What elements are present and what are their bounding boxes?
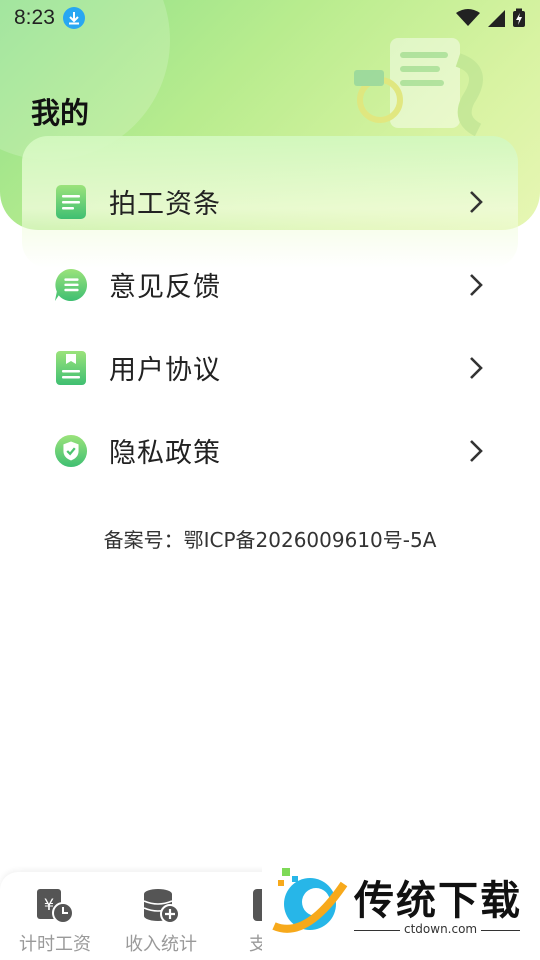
income-stats-icon [106,886,216,926]
menu-item-user-agreement[interactable]: 用户协议 [0,326,540,409]
settings-menu: 拍工资条 意见反馈 用户协议 隐私政策 [0,160,540,492]
download-badge-icon [62,7,85,29]
page-title: 我的 [31,96,90,130]
chevron-right-icon [470,190,483,213]
nav-tab-income-stats[interactable]: 收入统计 [106,886,216,956]
nav-label: 计时工资 [19,934,91,955]
signal-icon [488,10,505,27]
menu-item-feedback[interactable]: 意见反馈 [0,243,540,326]
icp-registration-text: 备案号：鄂ICP备2026009610号-5A [103,528,437,552]
chevron-right-icon [470,273,483,296]
payslip-document-icon [54,184,88,220]
ctdown-logo-icon [272,868,348,933]
timesheet-wage-icon: ¥ [0,886,110,926]
menu-item-label: 拍工资条 [109,189,221,220]
status-time: 8:23 [14,6,55,29]
chevron-right-icon [470,356,483,379]
watermark-title: 传统下载 [354,878,522,924]
menu-item-label: 意见反馈 [109,272,221,303]
menu-item-label: 隐私政策 [109,438,221,469]
battery-charging-icon [513,8,525,27]
menu-item-privacy-policy[interactable]: 隐私政策 [0,409,540,492]
feedback-list-icon [54,267,88,303]
menu-item-label: 用户协议 [109,355,221,386]
watermark-domain: ctdown.com [400,922,482,936]
nav-label: 收入统计 [125,934,197,955]
privacy-shield-icon [54,433,88,469]
nav-tab-hourly-wage[interactable]: ¥ 计时工资 [0,886,110,956]
watermark: 传统下载 ctdown.com [262,860,540,960]
menu-item-payslip[interactable]: 拍工资条 [0,160,540,243]
chevron-right-icon [470,439,483,462]
wifi-icon [456,9,480,26]
status-icons [456,8,526,28]
user-agreement-bookmark-icon [54,350,88,386]
payslip-illustration-icon [354,38,483,137]
status-bar: 8:23 [0,0,540,36]
